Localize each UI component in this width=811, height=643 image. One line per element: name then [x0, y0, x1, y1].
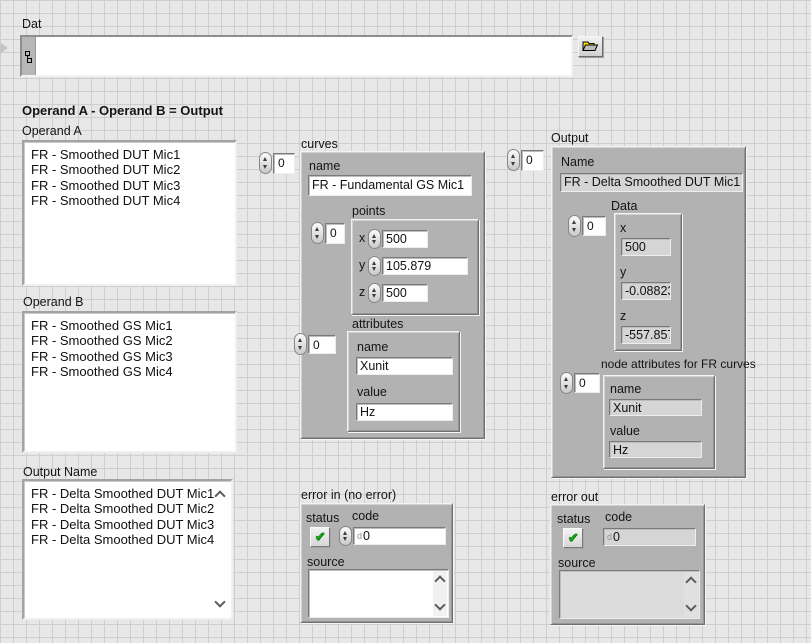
point-z-label: z	[359, 285, 365, 299]
error-out-status-label: status	[557, 512, 590, 526]
points-index-spinner[interactable]	[311, 222, 324, 244]
error-in-source-field[interactable]	[308, 569, 449, 618]
list-item[interactable]: FR - Smoothed GS Mic3	[31, 349, 235, 364]
node-attribute-name-field: Xunit	[609, 399, 702, 416]
node-attributes-index-spinner[interactable]	[560, 372, 573, 394]
panel-edge-arrow	[0, 42, 8, 54]
list-item[interactable]: FR - Delta Smoothed DUT Mic4	[31, 532, 231, 547]
scroll-down-icon[interactable]	[685, 600, 696, 611]
error-out-label: error out	[551, 490, 598, 504]
curves-label: curves	[301, 137, 338, 151]
curves-index-value[interactable]: 0	[273, 153, 295, 174]
data-z-field: -557.857	[621, 326, 671, 344]
error-in-code-label: code	[352, 509, 379, 523]
data-y-field: -0.08823	[621, 282, 671, 300]
attribute-name-field[interactable]: Xunit	[356, 357, 453, 375]
point-y-spinner[interactable]	[368, 256, 381, 276]
attribute-name-label: name	[357, 340, 388, 354]
node-attribute-value-label: value	[610, 424, 640, 438]
error-out-status-check-icon: ✔	[563, 528, 583, 548]
point-x-label: x	[359, 231, 365, 245]
path-input[interactable]	[20, 35, 573, 77]
error-in-status-label: status	[306, 511, 339, 525]
node-attribute-value-field: Hz	[609, 441, 702, 458]
point-x-spinner[interactable]	[368, 229, 381, 249]
data-z-label: z	[620, 309, 626, 323]
error-in-code-spinner[interactable]	[339, 526, 352, 546]
data-label: Data	[611, 199, 637, 213]
error-in-label: error in (no error)	[301, 488, 396, 502]
point-y-label: y	[359, 258, 365, 272]
attributes-index-spinner[interactable]	[294, 333, 307, 355]
attribute-value-label: value	[357, 385, 387, 399]
list-item[interactable]: FR - Smoothed GS Mic1	[31, 318, 235, 333]
output-name-label: Output Name	[23, 465, 97, 479]
attributes-label: attributes	[352, 317, 403, 331]
error-in-source-scrollbar[interactable]	[433, 571, 447, 616]
list-item[interactable]: FR - Smoothed DUT Mic3	[31, 178, 235, 193]
error-out-code-field: d0	[603, 528, 696, 546]
error-out-code-value: 0	[613, 530, 620, 544]
curve-name-label: name	[309, 159, 340, 173]
point-z-field[interactable]: 500	[382, 284, 428, 302]
list-item[interactable]: FR - Smoothed GS Mic2	[31, 333, 235, 348]
list-item[interactable]: FR - Smoothed GS Mic4	[31, 364, 235, 379]
data-index-spinner[interactable]	[568, 215, 581, 237]
points-label: points	[352, 204, 385, 218]
output-index-value[interactable]: 0	[521, 150, 544, 171]
point-z-spinner[interactable]	[368, 283, 381, 303]
path-icon	[24, 51, 33, 69]
output-index-spinner[interactable]	[507, 149, 520, 171]
node-attributes-index-value[interactable]: 0	[574, 373, 600, 393]
operand-b-listbox[interactable]: FR - Smoothed GS Mic1FR - Smoothed GS Mi…	[22, 311, 237, 453]
scroll-up-icon[interactable]	[685, 576, 696, 587]
error-in-code-value: 0	[363, 529, 370, 543]
error-in-source-label: source	[307, 555, 345, 569]
node-attributes-label: node attributes for FR curves	[601, 357, 756, 371]
point-y-field[interactable]: 105.879	[382, 257, 468, 275]
error-in-status-check-icon[interactable]: ✔	[310, 527, 330, 547]
browse-button[interactable]	[578, 36, 603, 57]
open-folder-icon	[581, 39, 599, 56]
scroll-down-icon[interactable]	[214, 596, 225, 607]
error-out-source-label: source	[558, 556, 596, 570]
error-out-source-field	[559, 570, 700, 619]
attributes-index-value[interactable]: 0	[308, 335, 336, 354]
list-item[interactable]: FR - Delta Smoothed DUT Mic3	[31, 517, 231, 532]
operand-b-label: Operand B	[23, 295, 83, 309]
path-type-strip	[22, 37, 36, 75]
list-item[interactable]: FR - Smoothed DUT Mic1	[31, 147, 235, 162]
list-item[interactable]: FR - Smoothed DUT Mic2	[31, 162, 235, 177]
attribute-value-field[interactable]: Hz	[356, 403, 453, 421]
error-out-source-scrollbar[interactable]	[684, 572, 698, 617]
error-out-code-label: code	[605, 510, 632, 524]
section-title: Operand A - Operand B = Output	[22, 103, 223, 118]
point-x-field[interactable]: 500	[382, 230, 428, 248]
error-in-code-field[interactable]: d0	[353, 527, 446, 545]
points-index-value[interactable]: 0	[325, 223, 345, 244]
output-label: Output	[551, 131, 589, 145]
operand-a-listbox[interactable]: FR - Smoothed DUT Mic1FR - Smoothed DUT …	[22, 140, 237, 286]
scroll-up-icon[interactable]	[434, 575, 445, 586]
output-name-listbox[interactable]: FR - Delta Smoothed DUT Mic1FR - Delta S…	[22, 479, 233, 620]
operand-a-label: Operand A	[22, 124, 82, 138]
node-attribute-name-label: name	[610, 382, 641, 396]
output-name-field-label: Name	[561, 155, 594, 169]
curve-name-field[interactable]: FR - Fundamental GS Mic1	[308, 175, 472, 196]
scroll-down-icon[interactable]	[434, 599, 445, 610]
data-x-label: x	[620, 221, 626, 235]
list-item[interactable]: FR - Smoothed DUT Mic4	[31, 193, 235, 208]
list-item[interactable]: FR - Delta Smoothed DUT Mic1	[31, 486, 231, 501]
radix-d-icon: d	[357, 531, 362, 541]
radix-d-icon: d	[607, 532, 612, 542]
curves-index-spinner[interactable]	[259, 152, 272, 174]
list-item[interactable]: FR - Delta Smoothed DUT Mic2	[31, 501, 231, 516]
data-y-label: y	[620, 265, 626, 279]
output-name-field: FR - Delta Smoothed DUT Mic1	[560, 173, 743, 192]
data-index-value[interactable]: 0	[582, 216, 606, 236]
path-control-label: Dat	[22, 17, 41, 31]
data-x-field: 500	[621, 238, 671, 256]
